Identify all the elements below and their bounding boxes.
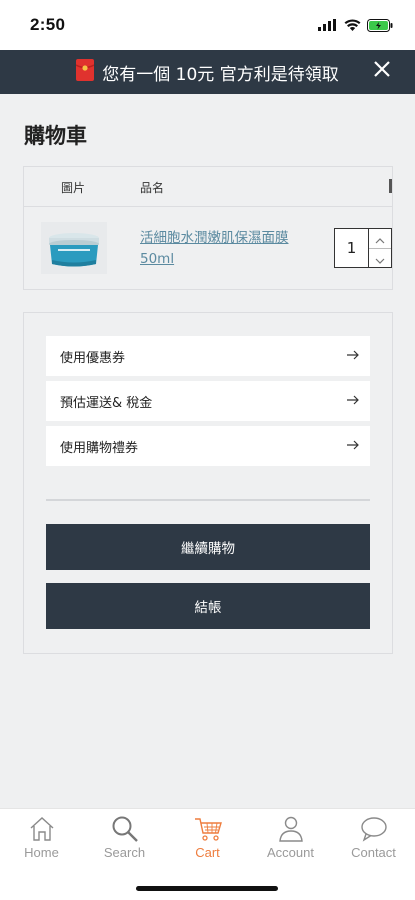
tab-cart[interactable]: Cart bbox=[166, 815, 249, 860]
status-bar: 2:50 bbox=[0, 0, 415, 50]
promo-text: 您有一個 10元 官方利是待領取 bbox=[102, 64, 339, 85]
quantity-decrease-button[interactable] bbox=[369, 248, 391, 268]
checkout-button[interactable]: 結帳 bbox=[46, 583, 370, 629]
battery-icon bbox=[367, 18, 393, 32]
apply-coupon-row[interactable]: 使用優惠券 bbox=[46, 336, 370, 376]
promo-content: 您有一個 10元 官方利是待領取 bbox=[75, 58, 339, 86]
chevron-down-icon bbox=[375, 249, 385, 268]
home-icon bbox=[27, 815, 57, 843]
apply-gift-voucher-row[interactable]: 使用購物禮券 bbox=[46, 426, 370, 466]
tab-label: Home bbox=[24, 845, 59, 860]
header-image: 圖片 bbox=[61, 181, 86, 195]
page-title: 購物車 bbox=[24, 124, 87, 148]
arrow-right-icon bbox=[347, 349, 359, 364]
quantity-stepper[interactable]: 1 bbox=[334, 228, 392, 268]
table-row: 活細胞水潤嫩肌保濕面膜50ml 1 bbox=[24, 207, 392, 291]
quantity-value[interactable]: 1 bbox=[335, 229, 369, 267]
quantity-arrows bbox=[369, 229, 391, 267]
estimate-shipping-row[interactable]: 預估運送& 稅金 bbox=[46, 381, 370, 421]
header-overflow-column bbox=[389, 179, 392, 193]
cart-summary: 使用優惠券 預估運送& 稅金 使用購物禮券 繼續購物 結帳 bbox=[23, 312, 393, 654]
chat-icon bbox=[359, 815, 389, 843]
close-promo-button[interactable] bbox=[369, 58, 395, 84]
home-indicator bbox=[136, 886, 278, 891]
cart-table: 圖片 品名 活細胞水潤嫩肌保濕面膜50ml 1 bbox=[23, 166, 393, 290]
account-icon bbox=[276, 815, 306, 843]
option-label: 使用購物禮券 bbox=[60, 440, 139, 456]
promo-banner[interactable]: 您有一個 10元 官方利是待領取 bbox=[0, 50, 415, 94]
tab-label: Search bbox=[103, 845, 146, 860]
option-label: 預估運送& 稅金 bbox=[60, 395, 153, 411]
tab-label: Cart bbox=[195, 845, 220, 860]
close-icon bbox=[374, 60, 390, 82]
tab-label: Account bbox=[267, 845, 314, 860]
status-icons bbox=[318, 18, 393, 32]
header-name: 品名 bbox=[140, 181, 165, 195]
cart-icon bbox=[193, 815, 223, 843]
arrow-right-icon bbox=[347, 439, 359, 454]
signal-icon bbox=[318, 19, 338, 31]
product-image[interactable] bbox=[41, 222, 107, 274]
table-header: 圖片 品名 bbox=[24, 167, 392, 207]
continue-shopping-button[interactable]: 繼續購物 bbox=[46, 524, 370, 570]
divider bbox=[46, 499, 370, 501]
option-label: 使用優惠券 bbox=[60, 350, 126, 366]
arrow-right-icon bbox=[347, 394, 359, 409]
wifi-icon bbox=[344, 19, 361, 31]
tab-search[interactable]: Search bbox=[83, 815, 166, 860]
tab-contact[interactable]: Contact bbox=[332, 815, 415, 860]
cart-page: 購物車 圖片 品名 活細胞水潤嫩肌保濕面膜50ml 1 使用優惠券 預估運送& … bbox=[0, 94, 415, 808]
chevron-up-icon bbox=[375, 229, 385, 248]
status-time: 2:50 bbox=[30, 15, 66, 34]
quantity-increase-button[interactable] bbox=[369, 229, 391, 248]
search-icon bbox=[110, 815, 140, 843]
tab-label: Contact bbox=[351, 845, 396, 860]
product-name-link[interactable]: 活細胞水潤嫩肌保濕面膜50ml bbox=[140, 228, 310, 270]
tab-account[interactable]: Account bbox=[249, 815, 332, 860]
red-packet-icon bbox=[75, 58, 95, 86]
tab-home[interactable]: Home bbox=[0, 815, 83, 860]
